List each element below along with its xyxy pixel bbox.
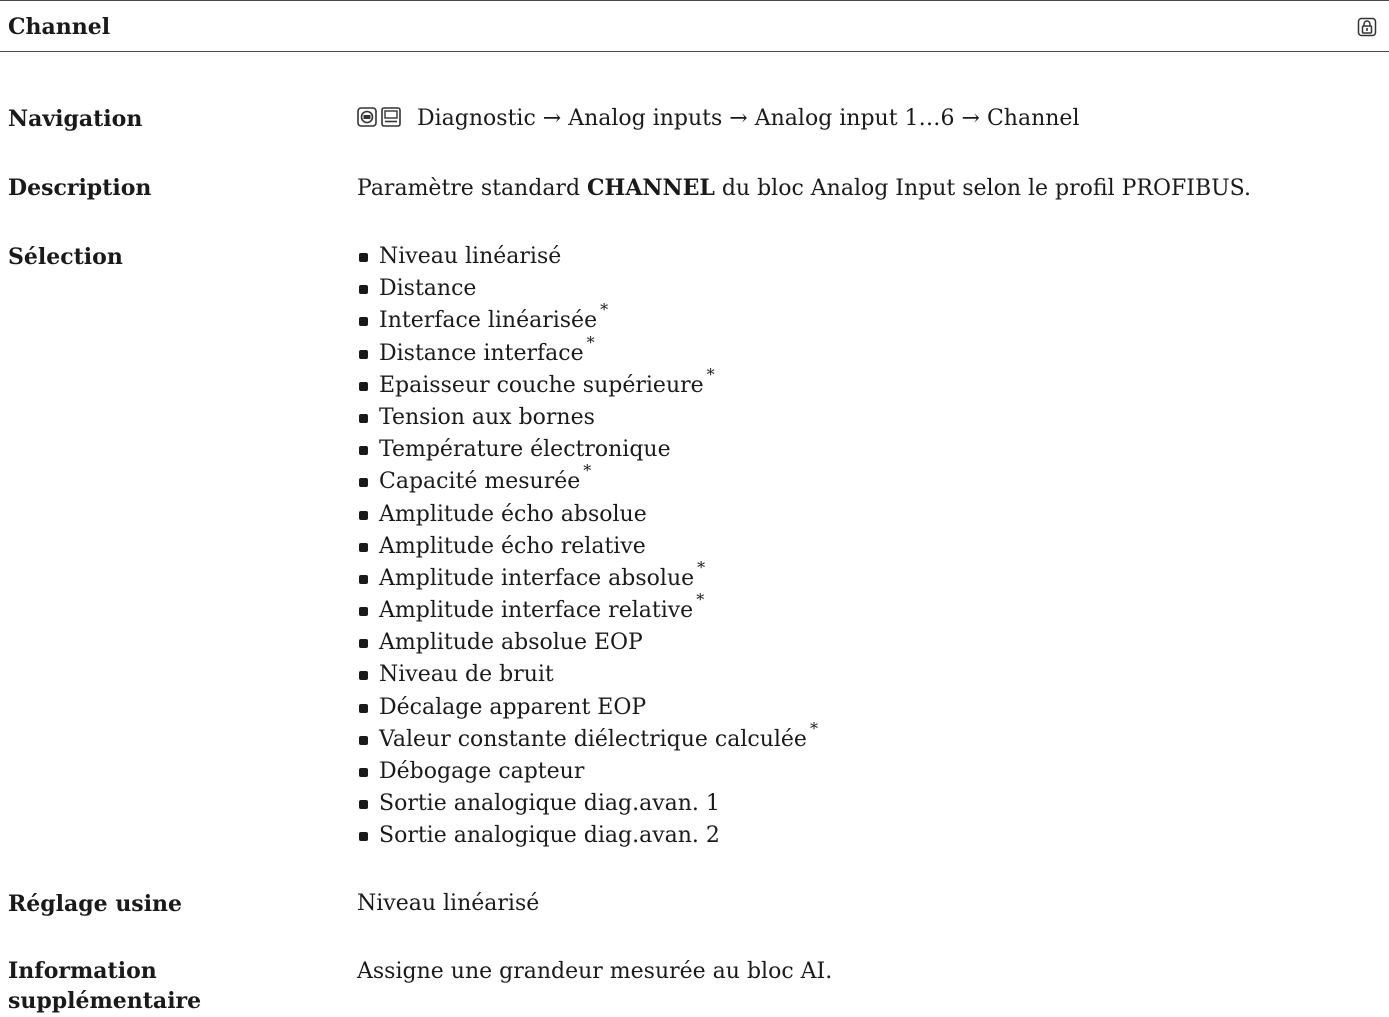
additional-info-label: Information supplémentaire <box>8 956 201 1016</box>
bullet-icon <box>359 478 368 488</box>
option-text: Sortie analogique diag.avan. 2 <box>379 823 720 849</box>
option-text: Température électronique <box>379 437 671 463</box>
list-item: Amplitude écho absolue <box>357 499 818 531</box>
option-text: Distance <box>379 276 477 302</box>
bullet-icon <box>359 735 368 745</box>
bullet-icon <box>359 349 368 359</box>
bullet-icon <box>359 446 368 456</box>
navigation-path-row: Diagnostic → Analog inputs → Analog inpu… <box>357 103 1079 135</box>
description-keyword: CHANNEL <box>587 175 715 201</box>
footnote-star: * <box>600 300 609 320</box>
option-text: Interface linéarisée <box>379 308 598 334</box>
bullet-icon <box>359 800 368 810</box>
option-text: Epaisseur couche supérieure <box>379 372 704 398</box>
footnote-star: * <box>583 461 592 481</box>
navigation-label: Navigation <box>8 106 143 132</box>
option-text: Décalage apparent EOP <box>379 694 647 720</box>
list-item: Amplitude absolue EOP <box>357 627 818 659</box>
list-item: Tension aux bornes <box>357 402 818 434</box>
description-suffix: du bloc Analog Input selon le profil PRO… <box>714 176 1251 201</box>
footnote-star: * <box>809 718 818 738</box>
bullet-icon <box>359 285 368 295</box>
option-text: Distance interface <box>379 340 584 366</box>
option-text: Débogage capteur <box>379 759 585 784</box>
option-text: Amplitude écho absolue <box>379 501 647 527</box>
bullet-icon <box>359 510 368 520</box>
list-item: Décalage apparent EOP <box>357 692 818 724</box>
selection-label: Sélection <box>8 244 123 270</box>
description-text: Paramètre standard CHANNEL du bloc Analo… <box>357 172 1251 205</box>
option-text: Tension aux bornes <box>379 404 595 430</box>
parameter-title: Channel <box>8 14 111 40</box>
list-item: Amplitude écho relative <box>357 531 818 563</box>
parameter-header: Channel <box>0 0 1389 52</box>
bullet-icon <box>359 413 368 423</box>
option-text: Amplitude écho relative <box>379 533 646 559</box>
bullet-icon <box>359 671 368 681</box>
list-item: Amplitude interface absolue * <box>357 558 818 595</box>
option-text: Valeur constante diélectrique calculée <box>379 726 807 752</box>
bullet-icon <box>359 317 368 327</box>
option-text: Niveau linéarisé <box>379 244 562 269</box>
option-text: Amplitude interface relative <box>379 598 694 624</box>
list-item: Sortie analogique diag.avan. 2 <box>357 820 818 852</box>
factory-setting-value: Niveau linéarisé <box>357 891 540 916</box>
list-item: Valeur constante diélectrique calculée * <box>357 719 818 756</box>
navigation-path: Diagnostic → Analog inputs → Analog inpu… <box>417 106 1080 131</box>
list-item: Epaisseur couche supérieure * <box>357 365 818 402</box>
option-text: Capacité mesurée <box>379 469 581 495</box>
bullet-icon <box>359 768 368 777</box>
bullet-icon <box>359 639 368 649</box>
factory-setting-label: Réglage usine <box>8 891 183 917</box>
additional-info-value: Assigne une grandeur mesurée au bloc AI. <box>357 959 833 984</box>
list-item: Distance <box>357 273 818 305</box>
bullet-icon <box>359 607 368 617</box>
description-label: Description <box>8 175 152 201</box>
option-text: Amplitude absolue EOP <box>379 630 643 656</box>
option-text: Niveau de bruit <box>379 662 554 688</box>
list-item: Capacité mesurée * <box>357 461 818 498</box>
list-item: Débogage capteur <box>357 756 818 788</box>
bullet-icon <box>359 253 368 262</box>
list-item: Amplitude interface relative * <box>357 590 818 627</box>
footnote-star: * <box>696 590 705 610</box>
option-text: Amplitude interface absolue <box>379 565 695 591</box>
option-text: Sortie analogique diag.avan. 1 <box>379 791 720 817</box>
bullet-icon <box>359 832 368 842</box>
list-item: Distance interface * <box>357 333 818 370</box>
list-item: Niveau de bruit <box>357 659 818 691</box>
list-item: Sortie analogique diag.avan. 1 <box>357 788 818 820</box>
selection-options-list: Niveau linéarisé Distance Interface liné… <box>357 241 818 853</box>
operating-display-icon <box>357 107 377 127</box>
additional-info-label-line2: supplémentaire <box>8 988 202 1014</box>
bullet-icon <box>359 574 368 584</box>
description-prefix: Paramètre standard <box>357 176 588 201</box>
footnote-star: * <box>586 332 595 352</box>
bullet-icon <box>359 381 368 391</box>
bullet-icon <box>359 703 368 713</box>
footnote-star: * <box>706 364 715 384</box>
display-icon <box>381 107 401 127</box>
navigation-icons <box>357 107 401 127</box>
footnote-star: * <box>697 557 706 577</box>
additional-info-label-line1: Information <box>8 958 157 984</box>
bullet-icon <box>359 542 368 552</box>
lock-icon <box>1357 17 1377 37</box>
list-item: Niveau linéarisé <box>357 241 818 273</box>
